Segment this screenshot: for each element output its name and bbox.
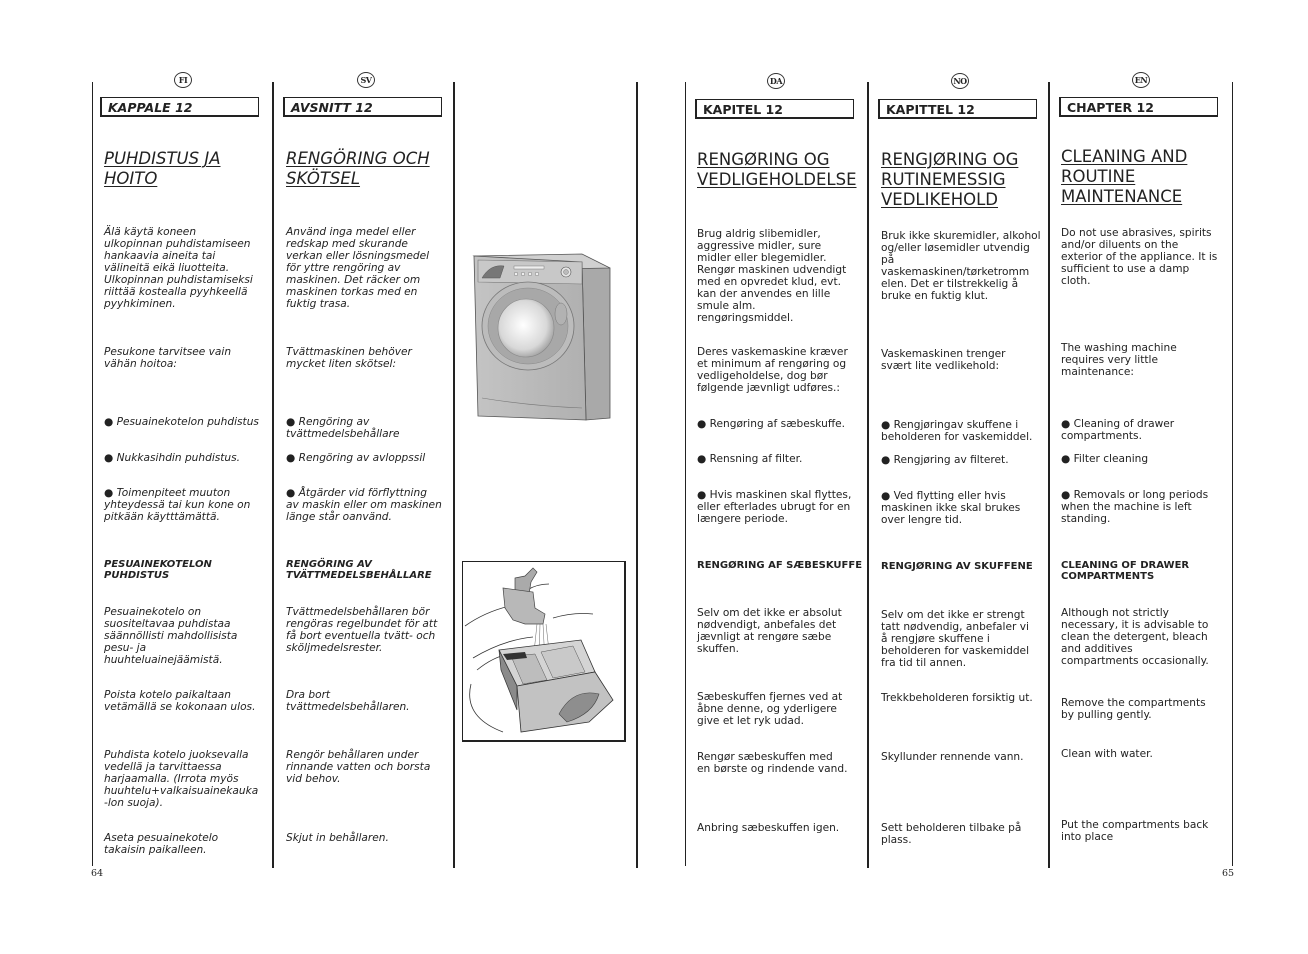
column-rule [1048,82,1050,868]
intro-text: Do not use abrasives, spirits and/or dil… [1061,227,1218,287]
bullet-item: ● Toimenpiteet muuton yhteydessä tai kun… [104,487,251,523]
step-text: Put the compartments back into place [1061,819,1209,843]
washing-machine-icon [472,253,611,421]
section-title: RENGJØRING OG RUTINEMESSIG VEDLIKEHOLD [881,150,1019,209]
bullet-item: ● Rengöring av tvättmedelsbehållare [286,416,400,440]
chapter-label: AVSNITT 12 [283,97,442,117]
page-number-right: 65 [1222,868,1235,879]
step-text: Clean with water. [1061,748,1153,760]
subheading: CLEANING OF DRAWER COMPARTMENTS [1061,560,1190,582]
maintenance-intro: The washing machine requires very little… [1061,342,1177,378]
chapter-label: KAPITTEL 12 [878,99,1037,119]
subheading: RENGJØRING AV SKUFFENE [881,561,1033,572]
intro-text: Brug aldrig slibemidler, aggressive midl… [697,228,847,324]
section-title: RENGØRING OG VEDLIGEHOLDELSE [697,150,857,189]
step-text: Trekkbeholderen forsiktig ut. [881,692,1033,704]
section-title: CLEANING AND ROUTINE MAINTENANCE [1061,147,1188,206]
column-rule [272,82,274,868]
step-text: Anbring sæbeskuffen igen. [697,822,840,834]
bullet-item: ● Filter cleaning [1061,453,1149,465]
intro-text: Älä käytä koneen ulkopinnan puhdistamise… [104,226,253,310]
language-badge-sv: SV [357,72,375,88]
subheading: PESUAINEKOTELON PUHDISTUS [104,559,212,581]
step-text: Poista kotelo paikaltaan vetämällä se ko… [104,689,256,713]
bullet-item: ● Ved flytting eller hvis maskinen ikke … [881,490,1021,526]
tap-and-drawer-icon [464,567,614,733]
maintenance-intro: Vaskemaskinen trenger svært lite vedlike… [881,348,1006,372]
step-text: Sæbeskuffen fjernes ved at åbne denne, o… [697,691,843,727]
bullet-item: ● Rensning af filter. [697,453,803,465]
column-rule [685,82,686,866]
language-badge-no: NO [951,73,969,89]
maintenance-intro: Pesukone tarvitsee vain vähän hoitoa: [104,346,232,370]
column-rule [1232,82,1233,866]
step-text: Puhdista kotelo juoksevalla vedellä ja t… [104,749,259,809]
language-badge-en: EN [1132,72,1150,88]
bullet-item: ● Nukkasihdin puhdistus. [104,452,241,464]
step-text: Tvättmedelsbehållaren bör rengöras regel… [286,606,438,654]
column-rule [92,82,93,866]
step-text: Rengör behållaren under rinnande vatten … [286,749,431,785]
step-text: Remove the compartments by pulling gentl… [1061,697,1206,721]
bullet-item: ● Åtgärder vid förflyttning av maskin el… [286,487,442,523]
bullet-item: ● Rengøring af sæbeskuffe. [697,418,846,430]
chapter-label: CHAPTER 12 [1059,97,1218,117]
chapter-label: KAPPALE 12 [100,97,259,117]
drawer-cleaning-illustration [462,561,626,742]
bullet-item: ● Rengjøringav skuffene i beholderen for… [881,419,1033,443]
chapter-label: KAPITEL 12 [695,99,854,119]
column-rule [453,82,455,868]
bullet-item: ● Pesuainekotelon puhdistus [104,416,259,428]
section-title: PUHDISTUS JA HOITO [104,149,221,188]
step-text: Dra bort tvättmedelsbehållaren. [286,689,410,713]
column-rule [867,82,869,868]
maintenance-intro: Deres vaskemaskine kræver et minimum af … [697,346,848,394]
bullet-item: ● Rengjøring av filteret. [881,454,1009,466]
language-badge-fi: FI [174,72,192,88]
intro-text: Använd inga medel eller redskap med skur… [286,226,430,310]
step-text: Although not strictly necessary, it is a… [1061,607,1209,667]
intro-text: Bruk ikke skuremidler, alkohol og/eller … [881,230,1041,302]
bullet-item: ● Cleaning of drawer compartments. [1061,418,1175,442]
subheading: RENGØRING AF SÆBESKUFFE [697,560,863,571]
subheading: RENGÖRING AV TVÄTTMEDELSBEHÅLLARE [286,559,432,581]
language-badge-da: DA [767,73,785,89]
step-text: Selv om det ikke er strengt tatt nødvend… [881,609,1030,669]
step-text: Aseta pesuainekotelo takaisin paikalleen… [104,832,219,856]
step-text: Pesuainekotelo on suositeltavaa puhdista… [104,606,238,666]
step-text: Rengør sæbeskuffen med en børste og rind… [697,751,848,775]
bullet-item: ● Rengöring av avloppssil [286,452,426,464]
step-text: Selv om det ikke er absolut nødvendigt, … [697,607,842,655]
step-text: Sett beholderen tilbake på plass. [881,822,1022,846]
step-text: Skjut in behållaren. [286,832,389,844]
bullet-item: ● Hvis maskinen skal flyttes, eller efte… [697,489,852,525]
column-rule [636,82,638,868]
step-text: Skyllunder rennende vann. [881,751,1024,763]
page-number-left: 64 [91,868,104,879]
section-title: RENGÖRING OCH SKÖTSEL [286,149,430,188]
maintenance-intro: Tvättmaskinen behöver mycket liten sköts… [286,346,412,370]
bullet-item: ● Removals or long periods when the mach… [1061,489,1209,525]
washing-machine-illustration [470,248,620,424]
